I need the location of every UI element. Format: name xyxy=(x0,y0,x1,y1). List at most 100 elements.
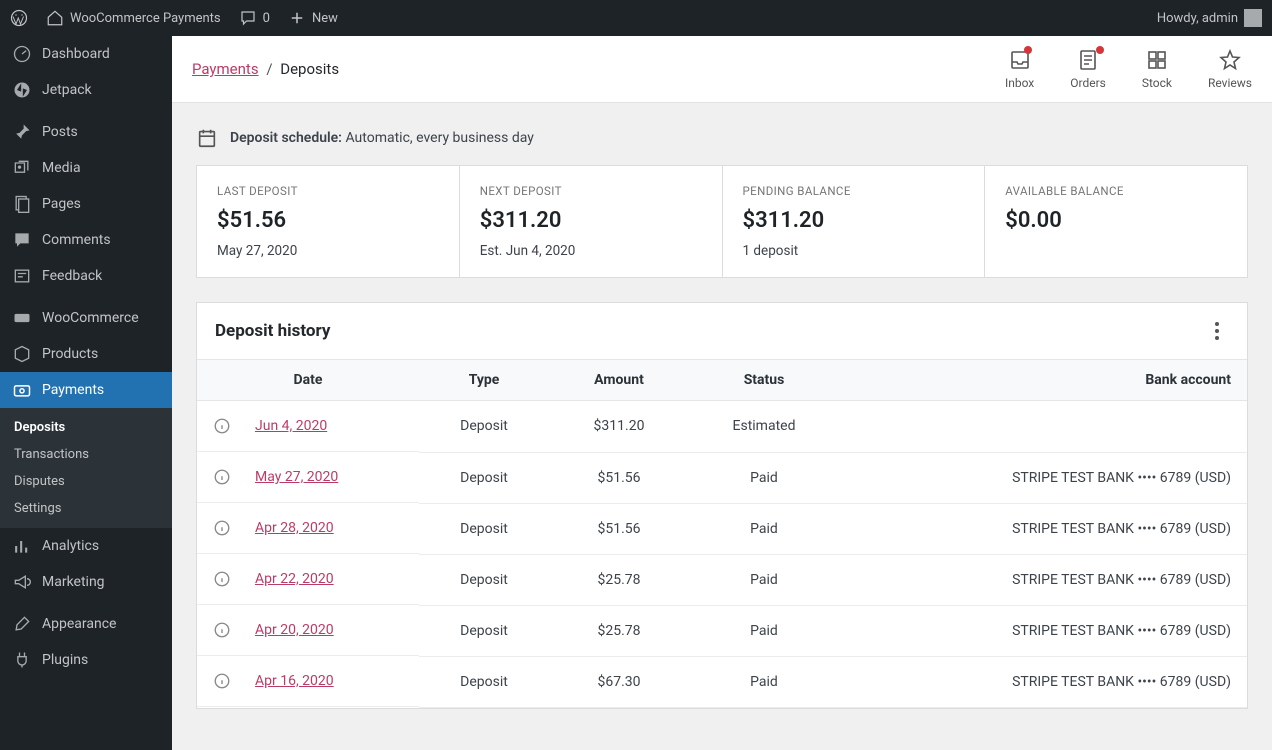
activity-inbox[interactable]: Inbox xyxy=(1005,48,1034,90)
marketing-icon xyxy=(12,572,32,592)
comments-icon xyxy=(12,230,32,250)
deposit-status: Paid xyxy=(689,605,839,656)
submenu-settings[interactable]: Settings xyxy=(0,495,172,522)
wordpress-icon xyxy=(10,9,28,27)
deposit-date-link[interactable]: Apr 16, 2020 xyxy=(255,673,334,689)
stat-title: LAST DEPOSIT xyxy=(217,184,439,198)
deposit-type: Deposit xyxy=(419,401,549,453)
sidebar-item-label: Analytics xyxy=(42,538,99,554)
table-options-button[interactable] xyxy=(1205,319,1229,343)
sidebar-item-feedback[interactable]: Feedback xyxy=(0,258,172,294)
sidebar-item-products[interactable]: Products xyxy=(0,336,172,372)
admin-bar: WooCommerce Payments 0 New Howdy, admin xyxy=(0,0,1272,36)
stat-value: $0.00 xyxy=(1005,208,1227,233)
col-bank[interactable]: Bank account xyxy=(839,360,1247,401)
deposit-history-table: Date Type Amount Status Bank account Jun… xyxy=(197,359,1247,708)
deposit-date-link[interactable]: Apr 28, 2020 xyxy=(255,520,334,536)
sidebar-item-payments[interactable]: Payments xyxy=(0,372,172,408)
site-home[interactable]: WooCommerce Payments xyxy=(46,9,221,27)
deposit-date-link[interactable]: Apr 20, 2020 xyxy=(255,622,334,638)
deposit-amount: $51.56 xyxy=(549,503,689,554)
deposit-date-link[interactable]: Jun 4, 2020 xyxy=(255,418,327,434)
table-row[interactable]: Apr 16, 2020 Deposit $67.30 Paid STRIPE … xyxy=(197,656,1247,707)
sidebar-item-woocommerce[interactable]: WooCommerce xyxy=(0,300,172,336)
col-type[interactable]: Type xyxy=(419,360,549,401)
table-row[interactable]: May 27, 2020 Deposit $51.56 Paid STRIPE … xyxy=(197,452,1247,503)
new-content[interactable]: New xyxy=(288,9,338,27)
comments-link[interactable]: 0 xyxy=(239,9,270,27)
stat-available-balance: AVAILABLE BALANCE $0.00 xyxy=(985,166,1247,277)
stock-icon xyxy=(1145,48,1169,72)
breadcrumb-root[interactable]: Payments xyxy=(192,60,259,78)
avatar xyxy=(1244,9,1262,27)
payments-submenu: Deposits Transactions Disputes Settings xyxy=(0,408,172,528)
sidebar-item-analytics[interactable]: Analytics xyxy=(0,528,172,564)
woo-icon xyxy=(12,308,32,328)
deposit-status: Paid xyxy=(689,656,839,707)
activity-panel: Inbox Orders Stock Reviews xyxy=(1005,48,1252,90)
col-status[interactable]: Status xyxy=(689,360,839,401)
deposit-bank: STRIPE TEST BANK •••• 6789 (USD) xyxy=(839,503,1247,554)
deposit-type: Deposit xyxy=(419,452,549,503)
sidebar-item-label: Payments xyxy=(42,382,104,398)
sidebar-item-marketing[interactable]: Marketing xyxy=(0,564,172,600)
pin-icon xyxy=(12,122,32,142)
breadcrumb-current: Deposits xyxy=(280,60,339,78)
sidebar-item-label: Products xyxy=(42,346,98,362)
payments-icon xyxy=(12,380,32,400)
sidebar-item-dashboard[interactable]: Dashboard xyxy=(0,36,172,72)
deposit-status: Paid xyxy=(689,452,839,503)
deposit-date-link[interactable]: Apr 22, 2020 xyxy=(255,571,334,587)
stats-grid: LAST DEPOSIT $51.56 May 27, 2020 NEXT DE… xyxy=(196,165,1248,278)
col-date[interactable]: Date xyxy=(197,360,419,401)
stat-title: AVAILABLE BALANCE xyxy=(1005,184,1227,198)
sidebar-item-label: Feedback xyxy=(42,268,102,284)
table-row[interactable]: Apr 22, 2020 Deposit $25.78 Paid STRIPE … xyxy=(197,554,1247,605)
activity-stock[interactable]: Stock xyxy=(1142,48,1172,90)
stat-pending-balance: PENDING BALANCE $311.20 1 deposit xyxy=(723,166,986,277)
deposit-date-link[interactable]: May 27, 2020 xyxy=(255,469,338,485)
analytics-icon xyxy=(12,536,32,556)
sidebar-item-label: WooCommerce xyxy=(42,310,139,326)
activity-reviews[interactable]: Reviews xyxy=(1208,48,1252,90)
stat-value: $311.20 xyxy=(743,208,965,233)
deposit-amount: $67.30 xyxy=(549,656,689,707)
col-amount[interactable]: Amount xyxy=(549,360,689,401)
submenu-deposits[interactable]: Deposits xyxy=(0,414,172,441)
deposit-type: Deposit xyxy=(419,656,549,707)
deposit-bank: STRIPE TEST BANK •••• 6789 (USD) xyxy=(839,605,1247,656)
stat-value: $311.20 xyxy=(480,208,702,233)
submenu-disputes[interactable]: Disputes xyxy=(0,468,172,495)
sidebar-item-pages[interactable]: Pages xyxy=(0,186,172,222)
kebab-icon xyxy=(1215,322,1219,340)
new-label: New xyxy=(312,11,338,26)
sidebar-item-label: Plugins xyxy=(42,652,88,668)
submenu-transactions[interactable]: Transactions xyxy=(0,441,172,468)
plus-icon xyxy=(288,9,306,27)
sidebar-item-plugins[interactable]: Plugins xyxy=(0,642,172,678)
comments-count: 0 xyxy=(263,11,270,26)
sidebar-item-comments[interactable]: Comments xyxy=(0,222,172,258)
activity-orders[interactable]: Orders xyxy=(1070,48,1106,90)
star-icon xyxy=(1218,48,1242,72)
stat-value: $51.56 xyxy=(217,208,439,233)
sidebar-item-jetpack[interactable]: Jetpack xyxy=(0,72,172,108)
notification-dot xyxy=(1096,46,1104,54)
my-account[interactable]: Howdy, admin xyxy=(1157,9,1262,27)
table-row[interactable]: Apr 20, 2020 Deposit $25.78 Paid STRIPE … xyxy=(197,605,1247,656)
media-icon xyxy=(12,158,32,178)
info-icon xyxy=(213,519,231,537)
table-row[interactable]: Apr 28, 2020 Deposit $51.56 Paid STRIPE … xyxy=(197,503,1247,554)
deposit-type: Deposit xyxy=(419,605,549,656)
activity-label: Stock xyxy=(1142,76,1172,90)
sidebar-item-posts[interactable]: Posts xyxy=(0,114,172,150)
sidebar-item-label: Pages xyxy=(42,196,81,212)
sidebar-item-media[interactable]: Media xyxy=(0,150,172,186)
table-row[interactable]: Jun 4, 2020 Deposit $311.20 Estimated xyxy=(197,401,1247,453)
wp-logo[interactable] xyxy=(10,9,28,27)
info-icon xyxy=(213,417,231,435)
activity-label: Inbox xyxy=(1005,76,1034,90)
jetpack-icon xyxy=(12,80,32,100)
sidebar-item-appearance[interactable]: Appearance xyxy=(0,606,172,642)
deposit-bank: STRIPE TEST BANK •••• 6789 (USD) xyxy=(839,554,1247,605)
